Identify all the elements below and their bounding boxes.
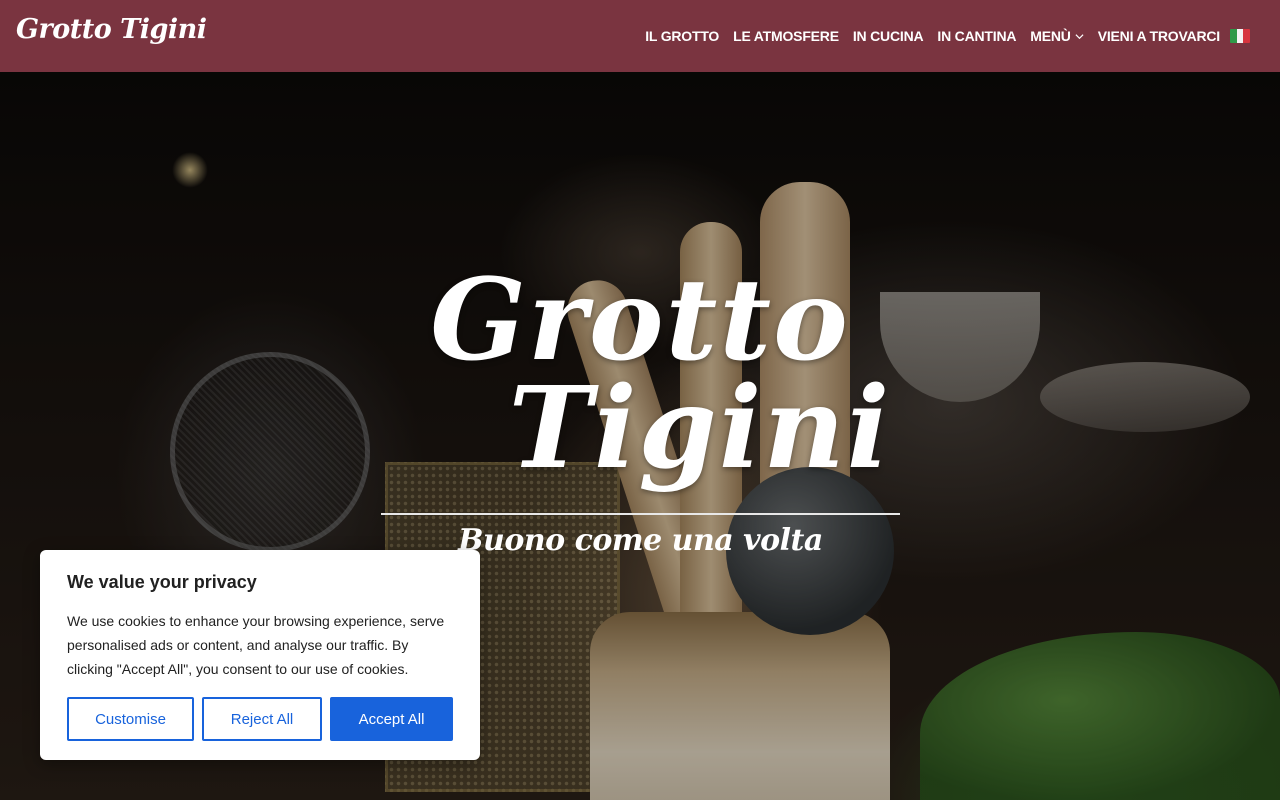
italian-flag-icon[interactable] — [1230, 29, 1250, 43]
nav-il-grotto[interactable]: IL GROTTO — [645, 28, 719, 44]
cookie-actions: Customise Reject All Accept All — [67, 697, 453, 741]
accept-all-button[interactable]: Accept All — [330, 697, 453, 741]
nav-vieni-a-trovarci[interactable]: VIENI A TROVARCI — [1098, 28, 1220, 44]
nav-menu-label: MENÙ — [1030, 28, 1071, 44]
hero-title-line2: Tigini — [508, 363, 892, 494]
cookie-banner: We value your privacy We use cookies to … — [40, 550, 480, 760]
customise-button[interactable]: Customise — [67, 697, 194, 741]
nav-in-cucina[interactable]: IN CUCINA — [853, 28, 924, 44]
hero-divider — [381, 513, 900, 515]
reject-all-button[interactable]: Reject All — [202, 697, 322, 741]
site-header: Grotto Tigini IL GROTTO LE ATMOSFERE IN … — [0, 0, 1280, 72]
hero-title: Grotto Tigini — [380, 265, 900, 494]
cookie-title: We value your privacy — [67, 572, 257, 592]
chevron-down-icon — [1075, 33, 1084, 39]
site-logo[interactable]: Grotto Tigini — [16, 14, 207, 45]
nav-le-atmosfere[interactable]: LE ATMOSFERE — [733, 28, 839, 44]
cookie-description: We use cookies to enhance your browsing … — [67, 613, 445, 677]
main-nav: IL GROTTO LE ATMOSFERE IN CUCINA IN CANT… — [631, 0, 1220, 72]
nav-menu[interactable]: MENÙ — [1030, 28, 1084, 44]
nav-in-cantina[interactable]: IN CANTINA — [937, 28, 1016, 44]
